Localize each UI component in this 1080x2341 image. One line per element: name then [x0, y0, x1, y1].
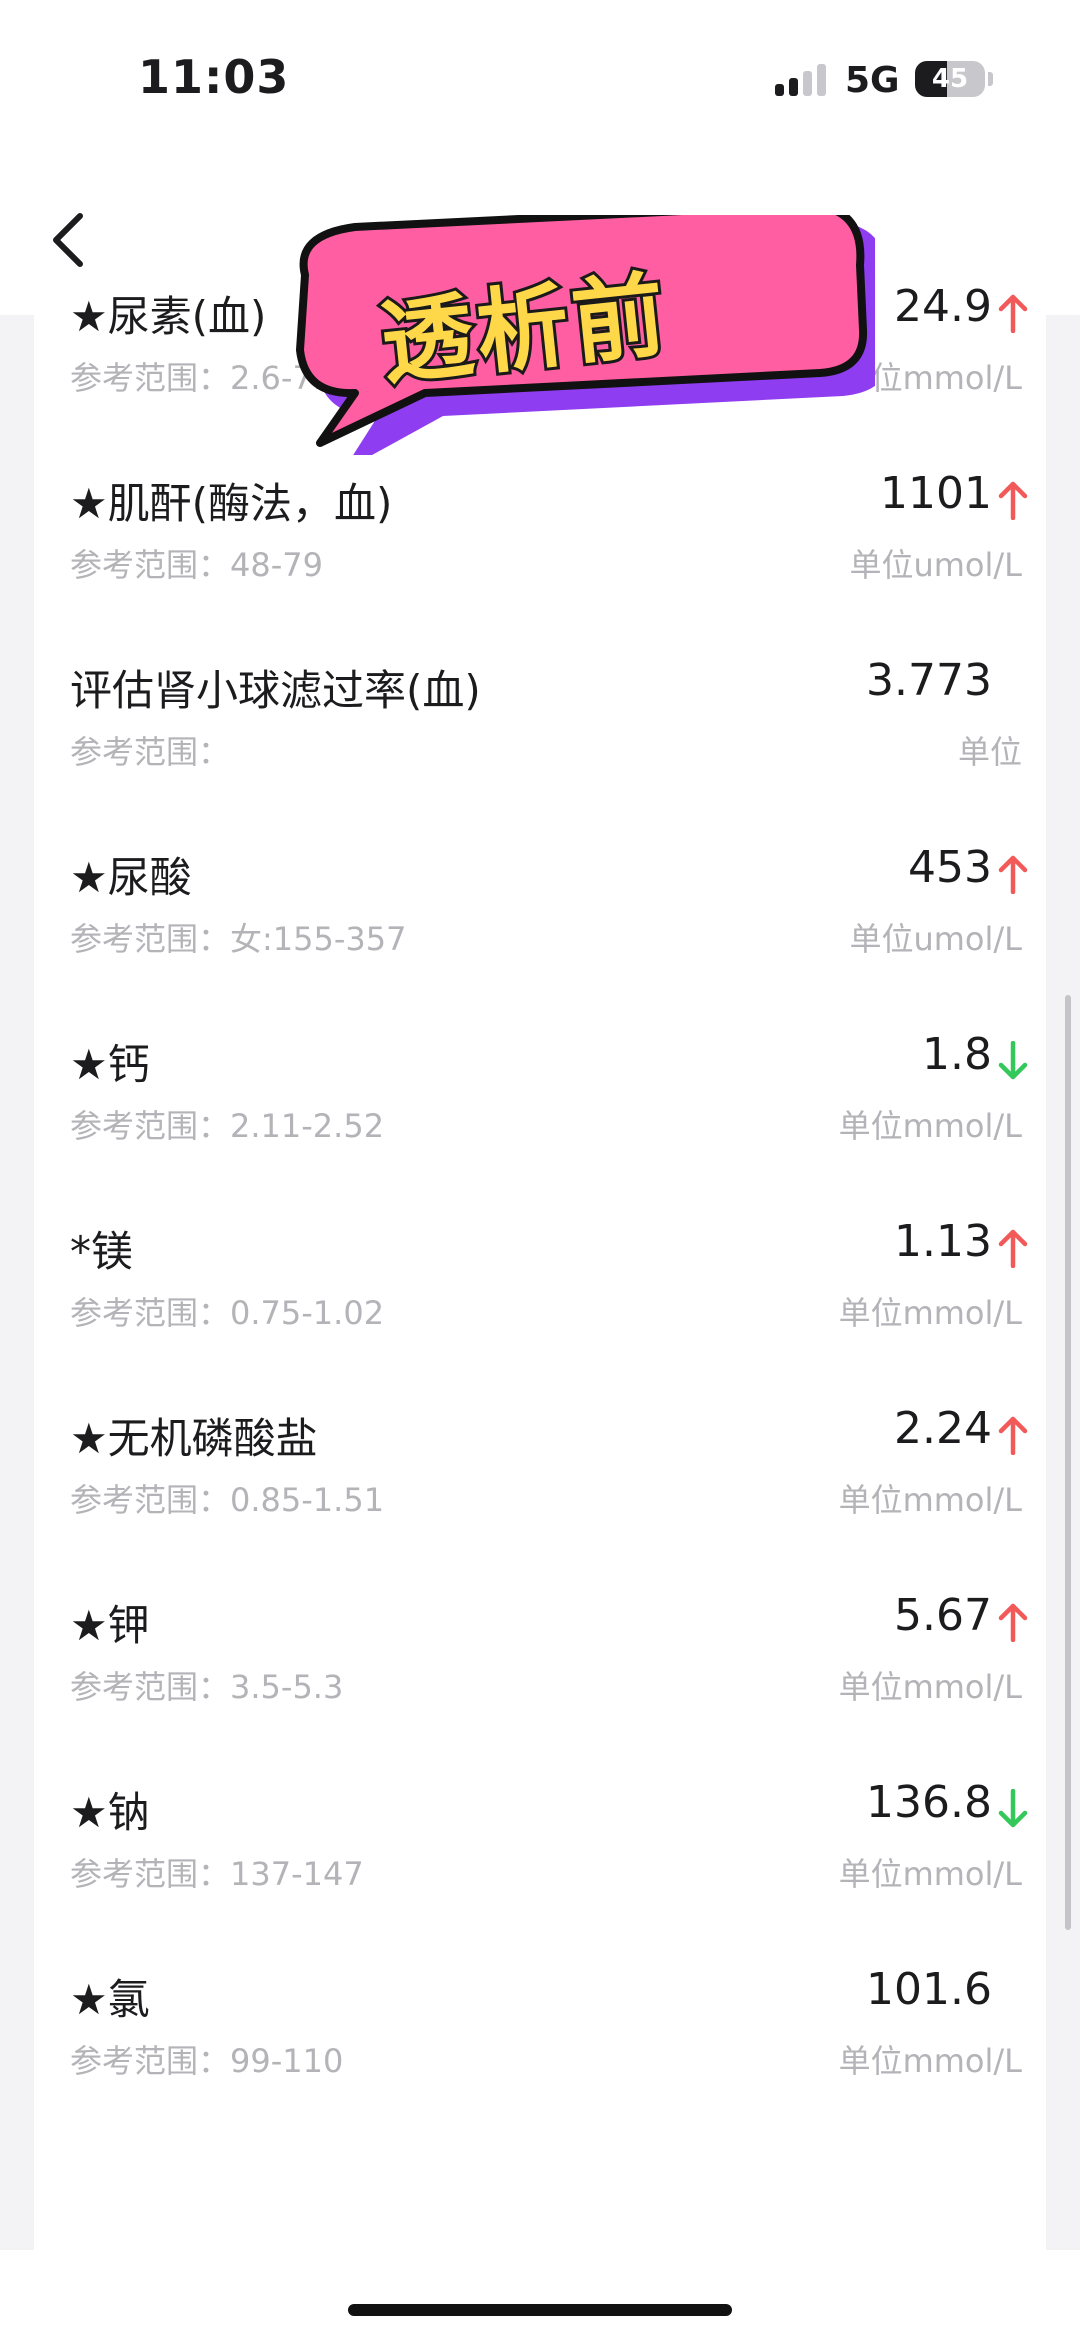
- item-unit: 单位mmol/L: [838, 1107, 1022, 1145]
- status-time: 11:03: [138, 50, 290, 104]
- arrow-up-icon: [998, 481, 1028, 520]
- report-list: ★尿素(血) 参考范围：2.6-7.5 24.9 单位mmol/L ★肌酐(酶法，血) 参…: [34, 281, 1046, 2250]
- item-reference-range: 参考范围：女:155-357: [70, 920, 407, 958]
- item-reference-range: 参考范围：0.75-1.02: [70, 1294, 385, 1332]
- item-value: 1.8: [922, 1029, 992, 1080]
- item-reference-range: 参考范围：99-110: [70, 2042, 344, 2080]
- cellular-signal-icon: [775, 64, 826, 96]
- item-value: 136.8: [866, 1777, 992, 1828]
- status-bar: 11:03 5G 45: [0, 0, 1080, 160]
- item-reference-range: 参考范围：0.85-1.51: [70, 1481, 385, 1519]
- battery-percent: 45: [931, 64, 969, 94]
- item-name: 评估肾小球滤过率(血): [70, 666, 481, 715]
- item-value: 5.67: [894, 1590, 992, 1641]
- report-row[interactable]: 评估肾小球滤过率(血) 参考范围： 3.773 单位: [34, 589, 1046, 775]
- item-reference-range: 参考范围：3.5-5.3: [70, 1668, 344, 1706]
- item-unit: 单位mmol/L: [838, 1294, 1022, 1332]
- battery-tip: [988, 72, 993, 86]
- report-row[interactable]: ★钠参考范围：137-147 136.8 单位mmol/L: [34, 1711, 1046, 1897]
- report-row[interactable]: ★钾参考范围：3.5-5.3 5.67 单位mmol/L: [34, 1524, 1046, 1710]
- home-indicator[interactable]: [348, 2304, 732, 2316]
- arrow-up-icon: [998, 855, 1028, 894]
- scrollbar[interactable]: [1065, 995, 1071, 1930]
- item-value: 1101: [880, 468, 992, 519]
- item-name: *镁: [70, 1227, 134, 1276]
- report-row[interactable]: ★无机磷酸盐参考范围：0.85-1.51 2.24 单位mmol/L: [34, 1337, 1046, 1523]
- battery-icon: 45: [915, 61, 985, 97]
- item-value: 453: [908, 842, 992, 893]
- item-reference-range: 参考范围：137-147: [70, 1855, 364, 1893]
- report-row[interactable]: ★氯参考范围：99-110 101.6 单位mmol/L: [34, 1898, 1046, 2084]
- item-unit: 单位mmol/L: [838, 2042, 1022, 2080]
- home-area: [0, 2250, 1080, 2341]
- arrow-down-icon: [998, 1041, 1028, 1080]
- item-unit: 单位umol/L: [849, 920, 1022, 958]
- item-unit: 单位: [957, 733, 1022, 771]
- item-unit: 单位umol/L: [849, 546, 1022, 584]
- item-value: 1.13: [894, 1216, 992, 1267]
- network-type: 5G: [845, 60, 900, 101]
- item-unit: 单位mmol/L: [838, 1855, 1022, 1893]
- arrow-down-icon: [998, 1789, 1028, 1828]
- item-name: ★尿素(血): [70, 292, 267, 341]
- item-value: 24.9: [894, 281, 992, 332]
- item-name: ★钙: [70, 1040, 150, 1089]
- arrow-up-icon: [998, 1229, 1028, 1268]
- item-unit: 单位mmol/L: [838, 1481, 1022, 1519]
- arrow-up-icon: [998, 294, 1028, 333]
- item-value: 3.773: [866, 655, 992, 706]
- report-row[interactable]: *镁参考范围：0.75-1.02 1.13 单位mmol/L: [34, 1150, 1046, 1336]
- item-unit: 单位mmol/L: [838, 1668, 1022, 1706]
- report-row[interactable]: ★钙参考范围：2.11-2.52 1.8 单位mmol/L: [34, 963, 1046, 1149]
- item-name: ★无机磷酸盐: [70, 1414, 318, 1463]
- item-name: ★钾: [70, 1601, 150, 1650]
- item-name: ★钠: [70, 1788, 150, 1837]
- arrow-up-icon: [998, 1603, 1028, 1642]
- report-row[interactable]: ★尿酸参考范围：女:155-357 453 单位umol/L: [34, 776, 1046, 962]
- item-value: 101.6: [866, 1964, 992, 2015]
- item-reference-range: 参考范围：48-79: [70, 546, 323, 584]
- item-reference-range: 参考范围：: [70, 733, 231, 771]
- arrow-up-icon: [998, 1416, 1028, 1455]
- item-reference-range: 参考范围：2.11-2.52: [70, 1107, 385, 1145]
- item-name: ★尿酸: [70, 853, 192, 902]
- item-name: ★氯: [70, 1975, 150, 2024]
- item-value: 2.24: [894, 1403, 992, 1454]
- item-name: ★肌酐(酶法，血): [70, 479, 393, 528]
